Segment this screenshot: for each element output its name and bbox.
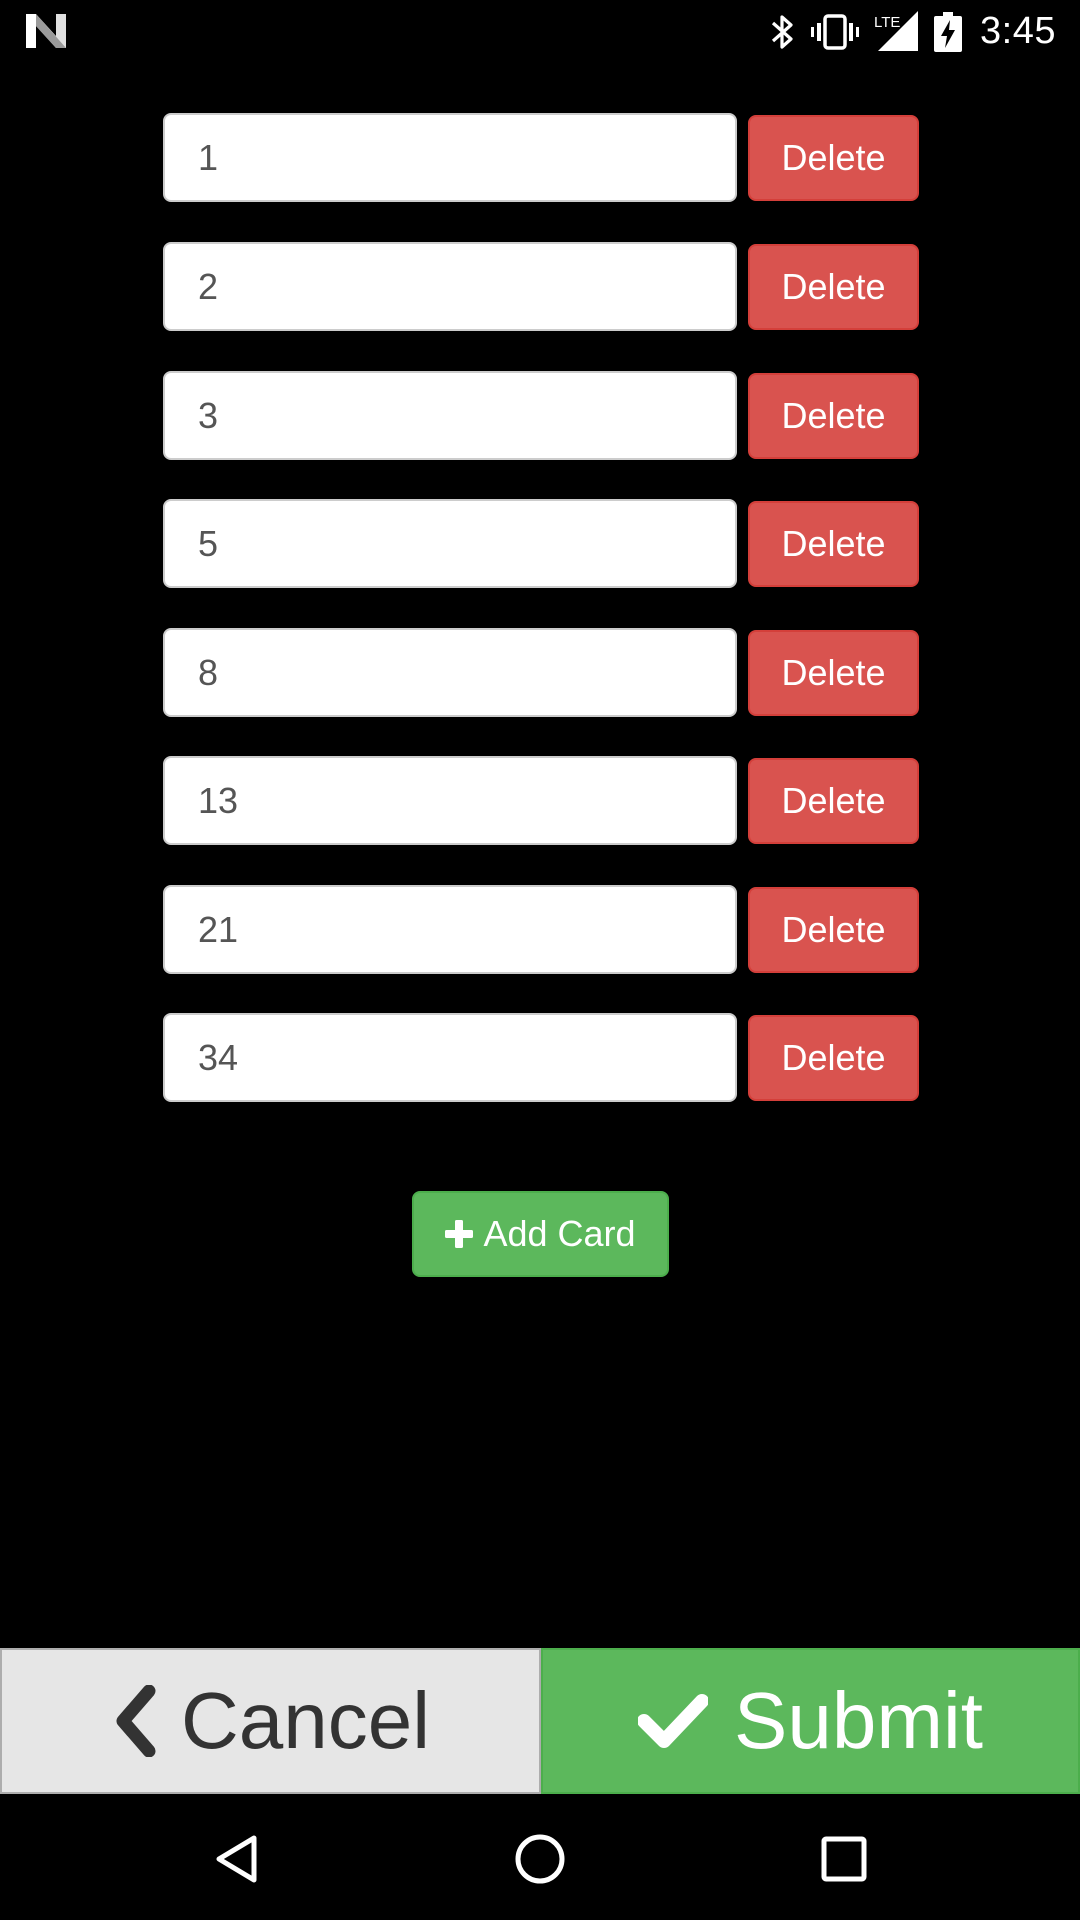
card-value-input[interactable] [163,628,737,717]
card-value-input[interactable] [163,113,737,202]
card-value-input[interactable] [163,885,737,974]
vibrate-icon [811,13,860,50]
card-value-input[interactable] [163,756,737,845]
card-value-input[interactable] [163,499,737,588]
lte-label: LTE [874,14,900,31]
submit-button[interactable]: Submit [541,1648,1080,1794]
delete-button[interactable]: Delete [748,1015,919,1101]
status-icons: LTE 3:45 [770,0,1056,63]
home-icon [515,1834,565,1884]
card-value-input[interactable] [163,1013,737,1102]
n-logo-icon [26,14,66,48]
card-row: Delete [163,628,919,717]
delete-button[interactable]: Delete [748,501,919,587]
delete-button[interactable]: Delete [748,887,919,973]
delete-button[interactable]: Delete [748,115,919,201]
battery-charging-icon [934,11,963,52]
chevron-left-icon [116,1685,156,1757]
card-row: Delete [163,242,919,331]
navigation-bar [0,1794,1080,1920]
card-row: Delete [163,113,919,202]
card-row: Delete [163,756,919,845]
add-card-button[interactable]: Add Card [412,1191,669,1277]
recents-icon [821,1836,867,1882]
card-value-input[interactable] [163,371,737,460]
recents-button[interactable] [814,1829,874,1889]
clock: 3:45 [980,10,1056,52]
card-row: Delete [163,885,919,974]
status-bar: LTE 3:45 [0,0,1080,63]
delete-button[interactable]: Delete [748,758,919,844]
card-row: Delete [163,1013,919,1102]
lte-signal-icon: LTE [874,10,919,51]
plus-icon [445,1220,474,1248]
cancel-label: Cancel [180,1676,431,1765]
card-row: Delete [163,499,919,588]
card-value-input[interactable] [163,242,737,331]
cancel-button[interactable]: Cancel [0,1648,541,1794]
bluetooth-icon [771,14,793,49]
delete-button[interactable]: Delete [748,244,919,330]
home-button[interactable] [510,1829,570,1889]
back-button[interactable] [206,1829,266,1889]
back-icon [216,1835,257,1883]
submit-label: Submit [734,1676,983,1765]
add-card-label: Add Card [483,1213,636,1254]
card-row: Delete [163,371,919,460]
checkmark-icon [638,1694,708,1748]
delete-button[interactable]: Delete [748,373,919,459]
delete-button[interactable]: Delete [748,630,919,716]
action-bar: Cancel Submit [0,1648,1080,1794]
